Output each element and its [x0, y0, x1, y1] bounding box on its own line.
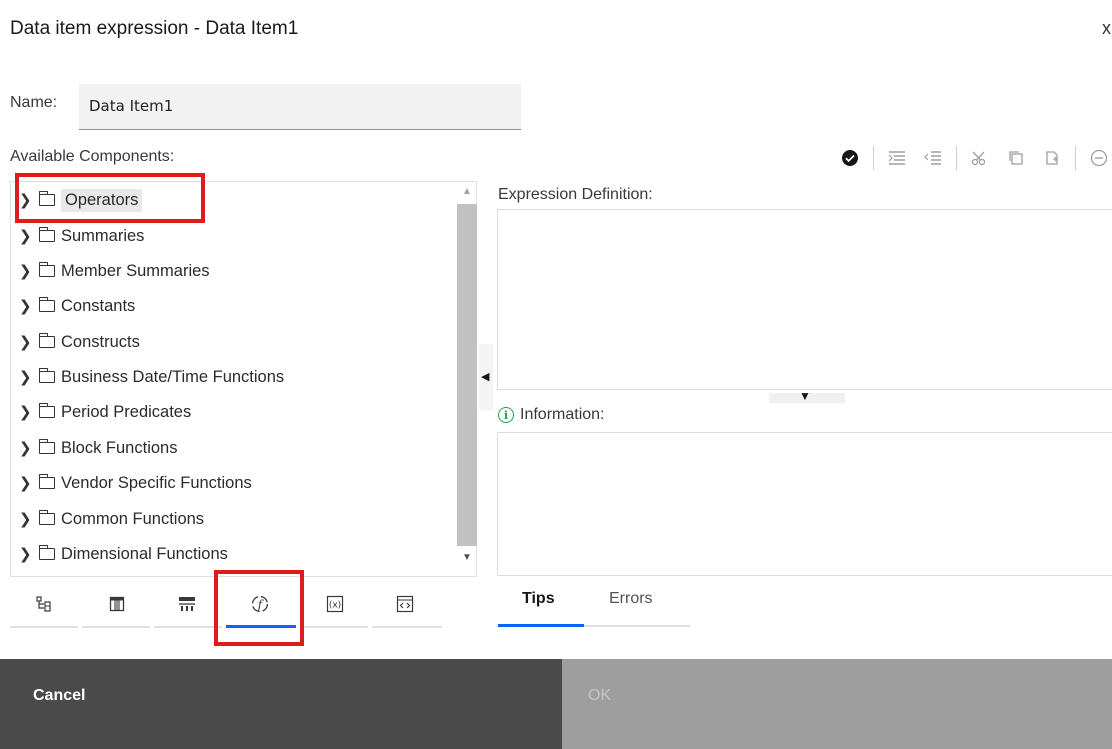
caret-down-icon[interactable]: ▼ — [799, 389, 811, 403]
chevron-right-icon[interactable]: ❯ — [19, 368, 37, 386]
tree-item-label: Member Summaries — [61, 261, 210, 280]
toolbar-divider — [873, 146, 874, 170]
panel-collapse-handle[interactable]: ◀ — [479, 344, 493, 410]
tree-item-label: Summaries — [61, 226, 145, 245]
tree-item-label: Constants — [61, 296, 136, 315]
active-tab-underline — [498, 624, 584, 627]
ok-button[interactable]: OK — [562, 659, 1112, 749]
folder-icon — [38, 297, 55, 312]
parameters-icon[interactable]: (x) — [300, 582, 370, 626]
scroll-down-arrow-icon[interactable]: ▼ — [462, 552, 472, 563]
information-label: Information: — [520, 406, 605, 423]
chevron-right-icon[interactable]: ❯ — [19, 227, 37, 245]
tree-item-constructs[interactable]: ❯ Constructs — [19, 328, 140, 356]
paste-icon[interactable] — [1039, 145, 1065, 171]
folder-icon — [38, 510, 55, 525]
information-panel — [497, 432, 1112, 576]
cancel-button[interactable]: Cancel — [0, 659, 562, 749]
folder-icon — [38, 474, 55, 489]
tree-item-summaries[interactable]: ❯ Summaries — [19, 222, 144, 250]
folder-icon — [38, 545, 55, 560]
tree-item-label: Constructs — [61, 332, 140, 351]
info-icon: i — [498, 407, 514, 423]
chevron-right-icon[interactable]: ❯ — [19, 262, 37, 280]
tab-underline — [372, 626, 442, 628]
caret-left-icon[interactable]: ◀ — [481, 370, 489, 383]
expression-definition-label: Expression Definition: — [498, 186, 653, 203]
macros-icon[interactable] — [370, 582, 440, 626]
tree-item-label: Block Functions — [61, 438, 178, 457]
expression-toolbar — [827, 144, 1112, 172]
name-input[interactable]: Data Item1 — [79, 84, 521, 130]
chevron-right-icon[interactable]: ❯ — [19, 545, 37, 563]
svg-text:(x): (x) — [329, 601, 341, 611]
tree-item-label: Common Functions — [61, 509, 205, 528]
chevron-right-icon[interactable]: ❯ — [19, 333, 37, 351]
folder-icon — [38, 227, 55, 242]
chevron-right-icon[interactable]: ❯ — [19, 510, 37, 528]
tab-tips[interactable]: Tips — [522, 590, 555, 608]
tree-item-dimensional-functions[interactable]: ❯ Dimensional Functions — [19, 540, 228, 568]
available-components-label: Available Components: — [10, 148, 175, 165]
close-icon[interactable]: x — [1102, 18, 1112, 39]
copy-icon[interactable] — [1003, 145, 1029, 171]
source-tree-icon[interactable] — [10, 582, 80, 626]
tab-underline — [154, 626, 222, 628]
chevron-right-icon[interactable]: ❯ — [19, 474, 37, 492]
chevron-right-icon[interactable]: ❯ — [19, 439, 37, 457]
tree-item-vendor-specific-functions[interactable]: ❯ Vendor Specific Functions — [19, 469, 252, 497]
validate-icon[interactable] — [837, 145, 863, 171]
components-tree[interactable]: ❯ Operators ❯ Summaries ❯ Member Summari… — [10, 181, 477, 577]
highlight-box-functions-tab — [214, 570, 304, 646]
tab-errors[interactable]: Errors — [609, 590, 653, 608]
highlight-box-operators — [15, 173, 205, 223]
tree-item-common-functions[interactable]: ❯ Common Functions — [19, 505, 204, 533]
data-items-icon[interactable] — [82, 582, 152, 626]
scroll-thumb[interactable] — [457, 204, 477, 546]
expression-definition-editor[interactable] — [497, 209, 1112, 390]
tree-item-member-summaries[interactable]: ❯ Member Summaries — [19, 257, 210, 285]
tree-item-label: Dimensional Functions — [61, 544, 228, 563]
tab-underline — [82, 626, 150, 628]
pane-splitter[interactable]: ▼ — [769, 389, 845, 403]
cut-icon[interactable] — [967, 145, 993, 171]
tree-item-block-functions[interactable]: ❯ Block Functions — [19, 434, 177, 462]
tree-scrollbar[interactable]: ▲ ▼ — [457, 184, 477, 574]
folder-icon — [38, 333, 55, 348]
information-heading: i Information: — [498, 406, 604, 424]
folder-icon — [38, 403, 55, 418]
tab-underline — [10, 626, 78, 628]
folder-icon — [38, 262, 55, 277]
toolbar-divider — [956, 146, 957, 170]
toolbar-divider — [1075, 146, 1076, 170]
query-items-icon[interactable] — [152, 582, 222, 626]
folder-icon — [38, 439, 55, 454]
tree-item-label: Period Predicates — [61, 402, 192, 421]
outdent-icon[interactable] — [920, 145, 946, 171]
chevron-right-icon[interactable]: ❯ — [19, 403, 37, 421]
tree-item-business-date-time-functions[interactable]: ❯ Business Date/Time Functions — [19, 363, 284, 391]
tree-item-label: Business Date/Time Functions — [61, 367, 285, 386]
chevron-right-icon[interactable]: ❯ — [19, 297, 37, 315]
indent-icon[interactable] — [884, 145, 910, 171]
folder-icon — [38, 368, 55, 383]
tree-item-label: Vendor Specific Functions — [61, 473, 252, 492]
name-label: Name: — [10, 94, 58, 111]
tree-item-period-predicates[interactable]: ❯ Period Predicates — [19, 398, 191, 426]
remove-icon[interactable] — [1086, 145, 1112, 171]
scroll-up-arrow-icon[interactable]: ▲ — [462, 186, 472, 197]
tab-underline — [300, 626, 368, 628]
tree-item-constants[interactable]: ❯ Constants — [19, 292, 135, 320]
dialog-title: Data item expression - Data Item1 — [10, 18, 299, 39]
tab-underline — [584, 625, 690, 627]
